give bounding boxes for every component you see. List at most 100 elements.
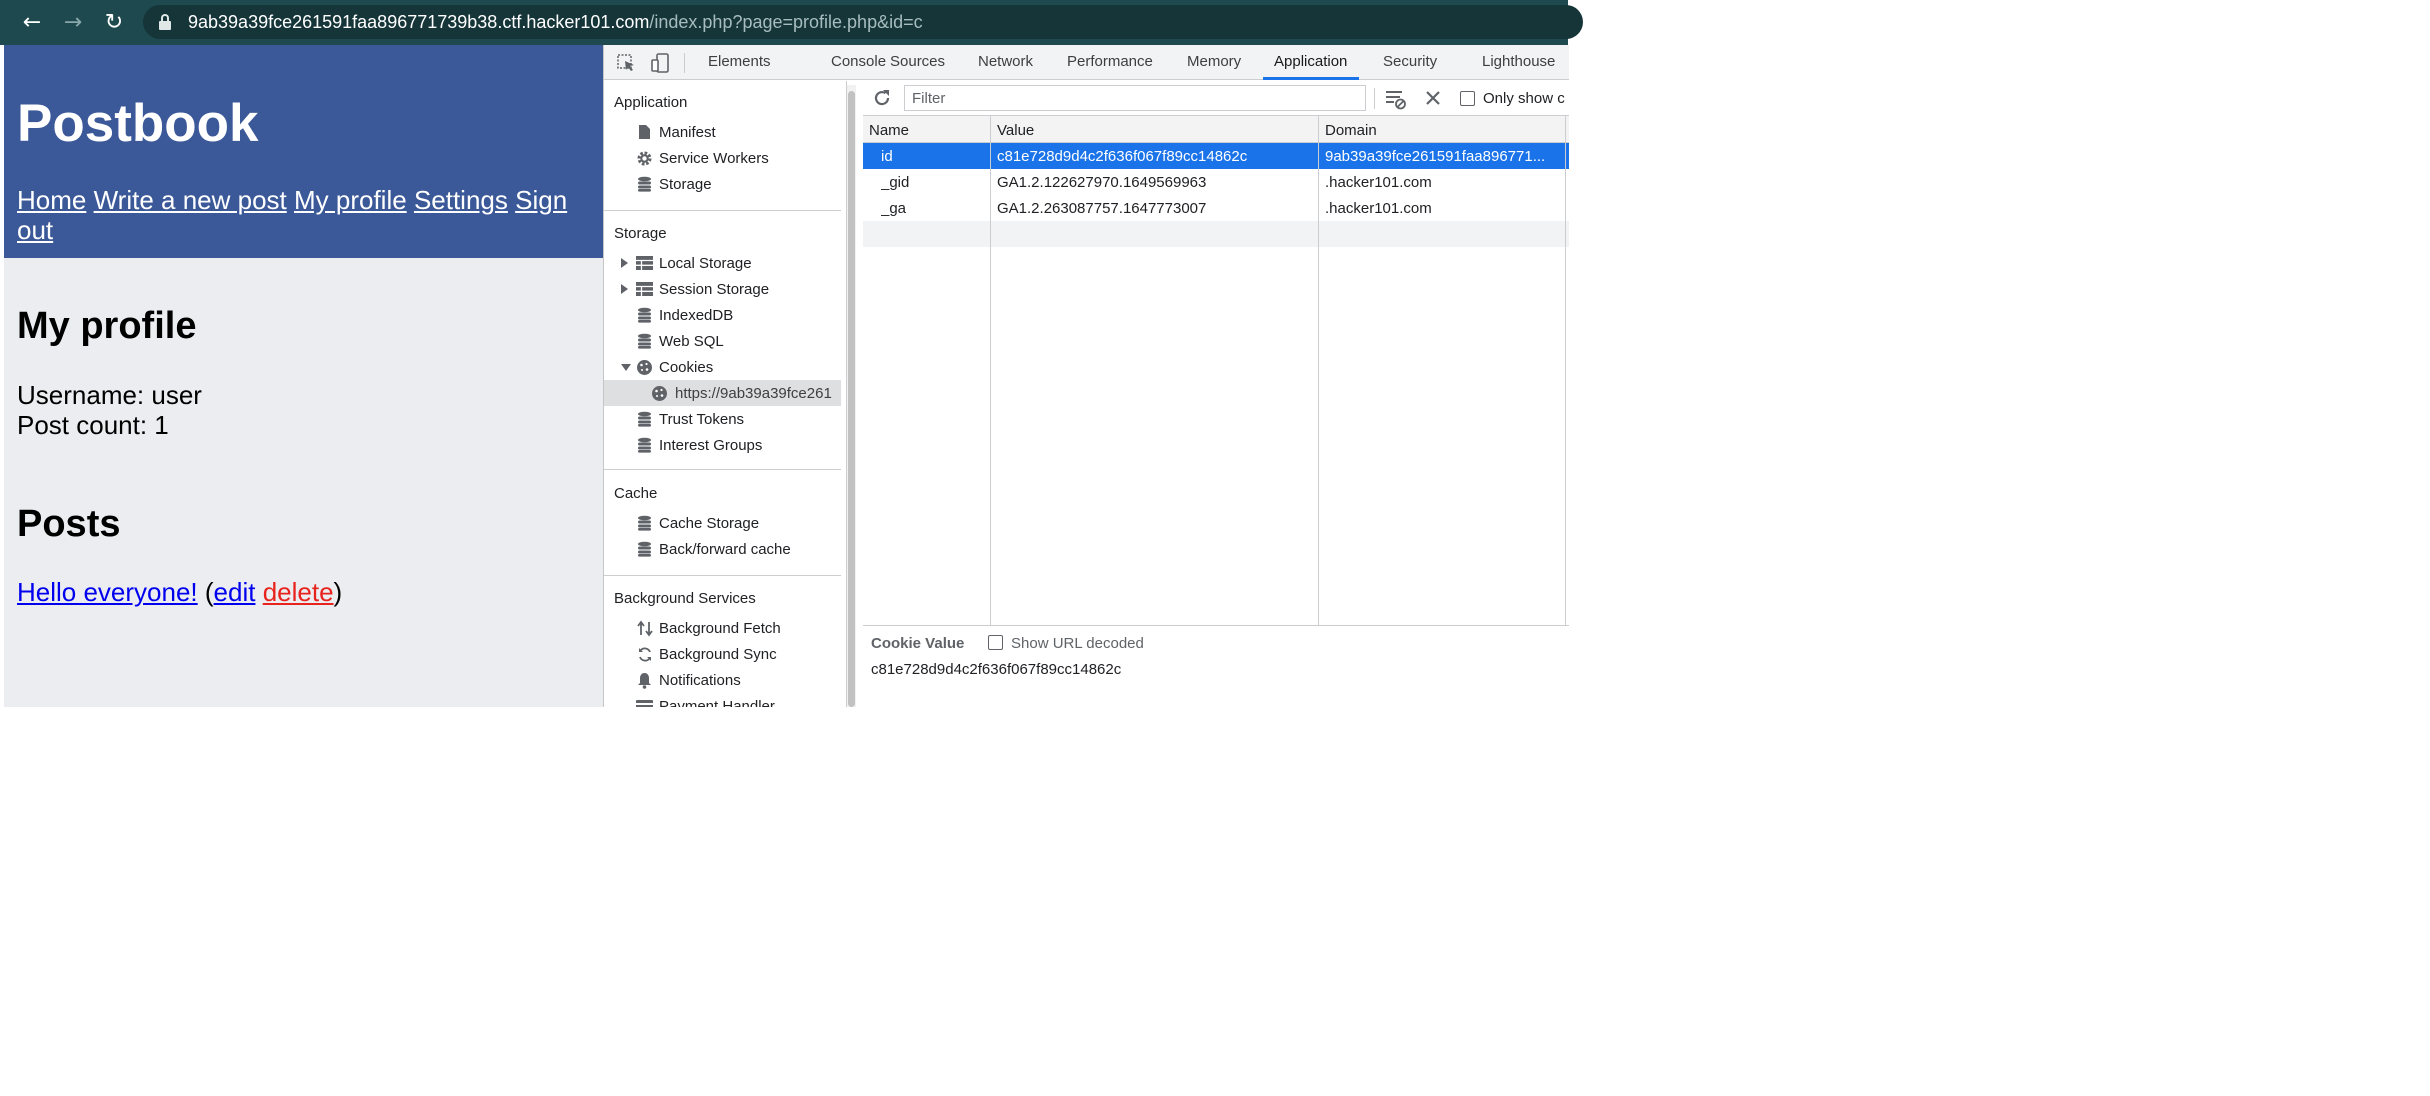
- device-toolbar-icon[interactable]: [650, 53, 670, 73]
- site-nav: Home Write a new post My profile Setting…: [17, 185, 597, 245]
- column-header-value[interactable]: Value: [991, 116, 1318, 143]
- browser-toolbar: ← → ↻ 9ab39a39fce261591faa896771739b38.c…: [0, 0, 1583, 45]
- tab-security[interactable]: Security: [1383, 53, 1437, 70]
- cookie-name: _gid: [881, 174, 910, 191]
- table-row[interactable]: _ga GA1.2.263087757.1647773007 .hacker10…: [863, 195, 1569, 221]
- post-title-link[interactable]: Hello everyone!: [17, 577, 198, 607]
- sidebar-item-local-storage[interactable]: Local Storage: [604, 250, 841, 276]
- sidebar-label: Background Sync: [659, 645, 777, 663]
- address-bar[interactable]: 9ab39a39fce261591faa896771739b38.ctf.hac…: [143, 5, 1583, 39]
- reload-button[interactable]: ↻: [101, 9, 127, 35]
- sidebar-item-notifications[interactable]: Notifications: [604, 667, 841, 693]
- tab-network[interactable]: Network: [978, 53, 1033, 70]
- empty-table-row[interactable]: [863, 221, 1569, 247]
- cookies-table: Name Value Domain id c81e728d9d4c2f636f0…: [863, 116, 1569, 625]
- sidebar-item-service-workers[interactable]: Service Workers: [604, 145, 841, 171]
- scrollbar-thumb[interactable]: [848, 91, 855, 707]
- tab-performance[interactable]: Performance: [1067, 53, 1153, 70]
- post-count-text: Post count: 1: [17, 410, 169, 440]
- cookies-toolbar: Only show c: [863, 81, 1569, 116]
- sidebar-item-cache-storage[interactable]: Cache Storage: [604, 510, 841, 536]
- inspect-element-icon[interactable]: [616, 53, 636, 73]
- cookie-domain: 9ab39a39fce261591faa896771...: [1325, 148, 1546, 165]
- delete-post-link[interactable]: delete: [263, 577, 334, 607]
- site-header: Postbook Home Write a new post My profil…: [4, 45, 603, 258]
- username-text: Username: user: [17, 380, 202, 410]
- table-grid-icon: [636, 281, 653, 298]
- sidebar-item-storage[interactable]: Storage: [604, 171, 841, 197]
- collapse-arrow-icon[interactable]: [621, 364, 631, 371]
- back-button[interactable]: ←: [19, 9, 45, 35]
- database-icon: [636, 437, 653, 454]
- up-down-arrows-icon: [636, 620, 653, 637]
- sidebar-item-background-fetch[interactable]: Background Fetch: [604, 615, 841, 641]
- sidebar-item-bfcache[interactable]: Back/forward cache: [604, 536, 841, 562]
- cookie-icon: [651, 385, 668, 402]
- only-show-checkbox[interactable]: [1460, 91, 1475, 106]
- lock-icon[interactable]: [158, 14, 172, 30]
- show-url-decoded-label: Show URL decoded: [1011, 635, 1144, 652]
- sidebar-item-cookie-origin[interactable]: https://9ab39a39fce261: [604, 380, 841, 406]
- table-row[interactable]: id c81e728d9d4c2f636f067f89cc14862c 9ab3…: [863, 143, 1569, 169]
- tab-elements[interactable]: Elements: [708, 53, 771, 70]
- column-divider[interactable]: [1318, 116, 1319, 625]
- posts-heading: Posts: [17, 503, 121, 545]
- cookie-icon: [636, 359, 653, 376]
- show-url-decoded-checkbox[interactable]: [988, 635, 1003, 650]
- close-icon[interactable]: [1424, 89, 1442, 107]
- edit-post-link[interactable]: edit: [214, 577, 256, 607]
- sidebar-scrollbar[interactable]: [847, 85, 856, 707]
- site-brand: Postbook: [17, 94, 259, 153]
- refresh-icon[interactable]: [872, 88, 892, 108]
- database-icon: [636, 541, 653, 558]
- database-icon: [636, 176, 653, 193]
- nav-settings-link[interactable]: Settings: [414, 185, 508, 215]
- webpage: Postbook Home Write a new post My profil…: [4, 45, 603, 707]
- sidebar-item-background-sync[interactable]: Background Sync: [604, 641, 841, 667]
- application-sidebar: Application Manifest Service Workers Sto…: [604, 81, 847, 707]
- only-show-label: Only show c: [1483, 90, 1565, 107]
- table-row[interactable]: _gid GA1.2.122627970.1649569963 .hacker1…: [863, 169, 1569, 195]
- url-host: 9ab39a39fce261591faa896771739b38.ctf.hac…: [188, 11, 650, 32]
- tab-lighthouse[interactable]: Lighthouse: [1482, 53, 1555, 70]
- expand-arrow-icon[interactable]: [621, 284, 628, 294]
- database-icon: [636, 333, 653, 350]
- database-icon: [636, 515, 653, 532]
- sidebar-item-indexeddb[interactable]: IndexedDB: [604, 302, 841, 328]
- section-application: Application: [614, 94, 688, 111]
- url-text[interactable]: 9ab39a39fce261591faa896771739b38.ctf.hac…: [188, 12, 923, 33]
- sidebar-item-trust-tokens[interactable]: Trust Tokens: [604, 406, 841, 432]
- tab-application[interactable]: Application: [1274, 53, 1347, 70]
- sidebar-item-cookies[interactable]: Cookies: [604, 354, 841, 380]
- cookie-value-text[interactable]: c81e728d9d4c2f636f067f89cc14862c: [871, 661, 1121, 678]
- tab-sources[interactable]: Sources: [890, 53, 945, 70]
- nav-write-post-link[interactable]: Write a new post: [94, 185, 287, 215]
- active-tab-indicator: [1263, 77, 1359, 80]
- cookie-value-title: Cookie Value: [871, 635, 965, 652]
- column-header-name[interactable]: Name: [863, 116, 990, 143]
- tab-console[interactable]: Console: [831, 53, 886, 70]
- tab-memory[interactable]: Memory: [1187, 53, 1241, 70]
- forward-button[interactable]: →: [60, 9, 86, 35]
- sidebar-item-session-storage[interactable]: Session Storage: [604, 276, 841, 302]
- toolbar-separator: [1374, 88, 1375, 109]
- expand-arrow-icon[interactable]: [621, 258, 628, 268]
- cookie-value-panel: Cookie Value Show URL decoded c81e728d9d…: [863, 625, 1569, 707]
- nav-my-profile-link[interactable]: My profile: [294, 185, 407, 215]
- sidebar-item-payment-handler[interactable]: Payment Handler: [604, 693, 841, 707]
- nav-home-link[interactable]: Home: [17, 185, 86, 215]
- database-icon: [636, 411, 653, 428]
- sidebar-item-web-sql[interactable]: Web SQL: [604, 328, 841, 354]
- section-divider: [604, 469, 841, 470]
- cookie-name: id: [881, 148, 893, 165]
- column-divider[interactable]: [990, 116, 991, 625]
- url-path: /index.php?page=profile.php&id=c: [649, 11, 923, 32]
- clear-all-icon[interactable]: [1384, 88, 1408, 110]
- sidebar-label: Local Storage: [659, 254, 752, 272]
- filter-input[interactable]: [904, 85, 1366, 111]
- column-header-domain[interactable]: Domain: [1319, 116, 1569, 143]
- column-divider[interactable]: [1565, 116, 1566, 625]
- sidebar-item-interest-groups[interactable]: Interest Groups: [604, 432, 841, 458]
- sidebar-label: Interest Groups: [659, 436, 763, 454]
- sidebar-item-manifest[interactable]: Manifest: [604, 119, 841, 145]
